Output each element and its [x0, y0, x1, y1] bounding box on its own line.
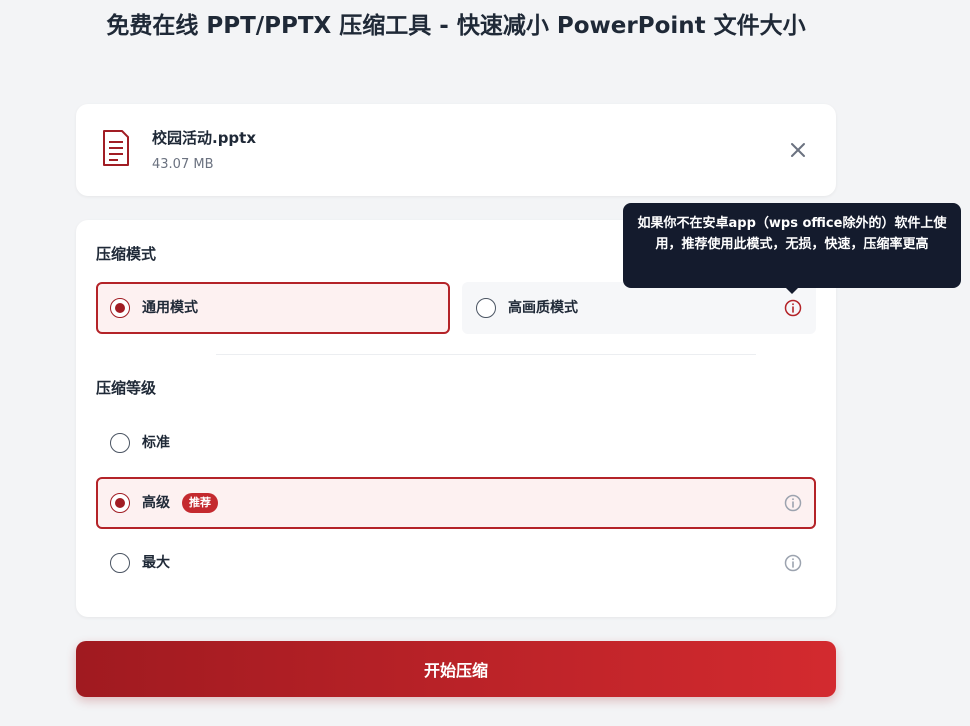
- start-compress-button[interactable]: 开始压缩: [76, 641, 836, 697]
- page-title: 免费在线 PPT/PPTX 压缩工具 - 快速减小 PowerPoint 文件大…: [106, 13, 806, 39]
- level-option-high[interactable]: 高级 推荐: [96, 477, 816, 529]
- radio-general[interactable]: [110, 298, 130, 318]
- tooltip-arrow: [786, 288, 798, 294]
- compression-mode-label: 压缩模式: [96, 245, 157, 263]
- level-option-label: 标准: [142, 435, 170, 451]
- file-card: 校园活动.pptx 43.07 MB: [76, 104, 836, 196]
- mode-info-tooltip: 如果你不在安卓app（wps office除外的）软件上使用，推荐使用此模式，无…: [623, 203, 961, 294]
- section-divider: [216, 354, 756, 355]
- level-option-label: 最大: [142, 555, 170, 571]
- level-option-standard[interactable]: 标准: [96, 418, 816, 468]
- compression-level-label: 压缩等级: [96, 379, 157, 397]
- close-icon[interactable]: [786, 138, 810, 162]
- level-option-label: 高级: [142, 495, 170, 511]
- info-icon[interactable]: [784, 554, 802, 572]
- radio-high-quality[interactable]: [476, 298, 496, 318]
- mode-option-label: 高画质模式: [508, 300, 578, 316]
- mode-option-general[interactable]: 通用模式: [96, 282, 450, 334]
- file-size: 43.07 MB: [152, 157, 214, 172]
- radio-high[interactable]: [110, 493, 130, 513]
- mode-option-label: 通用模式: [142, 300, 198, 316]
- info-icon[interactable]: [784, 299, 802, 317]
- file-name: 校园活动.pptx: [152, 129, 257, 147]
- mode-option-high-quality[interactable]: 高画质模式: [462, 282, 816, 334]
- recommended-badge: 推荐: [182, 493, 218, 513]
- radio-max[interactable]: [110, 553, 130, 573]
- radio-standard[interactable]: [110, 433, 130, 453]
- info-icon[interactable]: [784, 494, 802, 512]
- document-icon: [103, 130, 129, 166]
- level-option-max[interactable]: 最大: [96, 538, 816, 588]
- tooltip-text: 如果你不在安卓app（wps office除外的）软件上使用，推荐使用此模式，无…: [637, 216, 947, 252]
